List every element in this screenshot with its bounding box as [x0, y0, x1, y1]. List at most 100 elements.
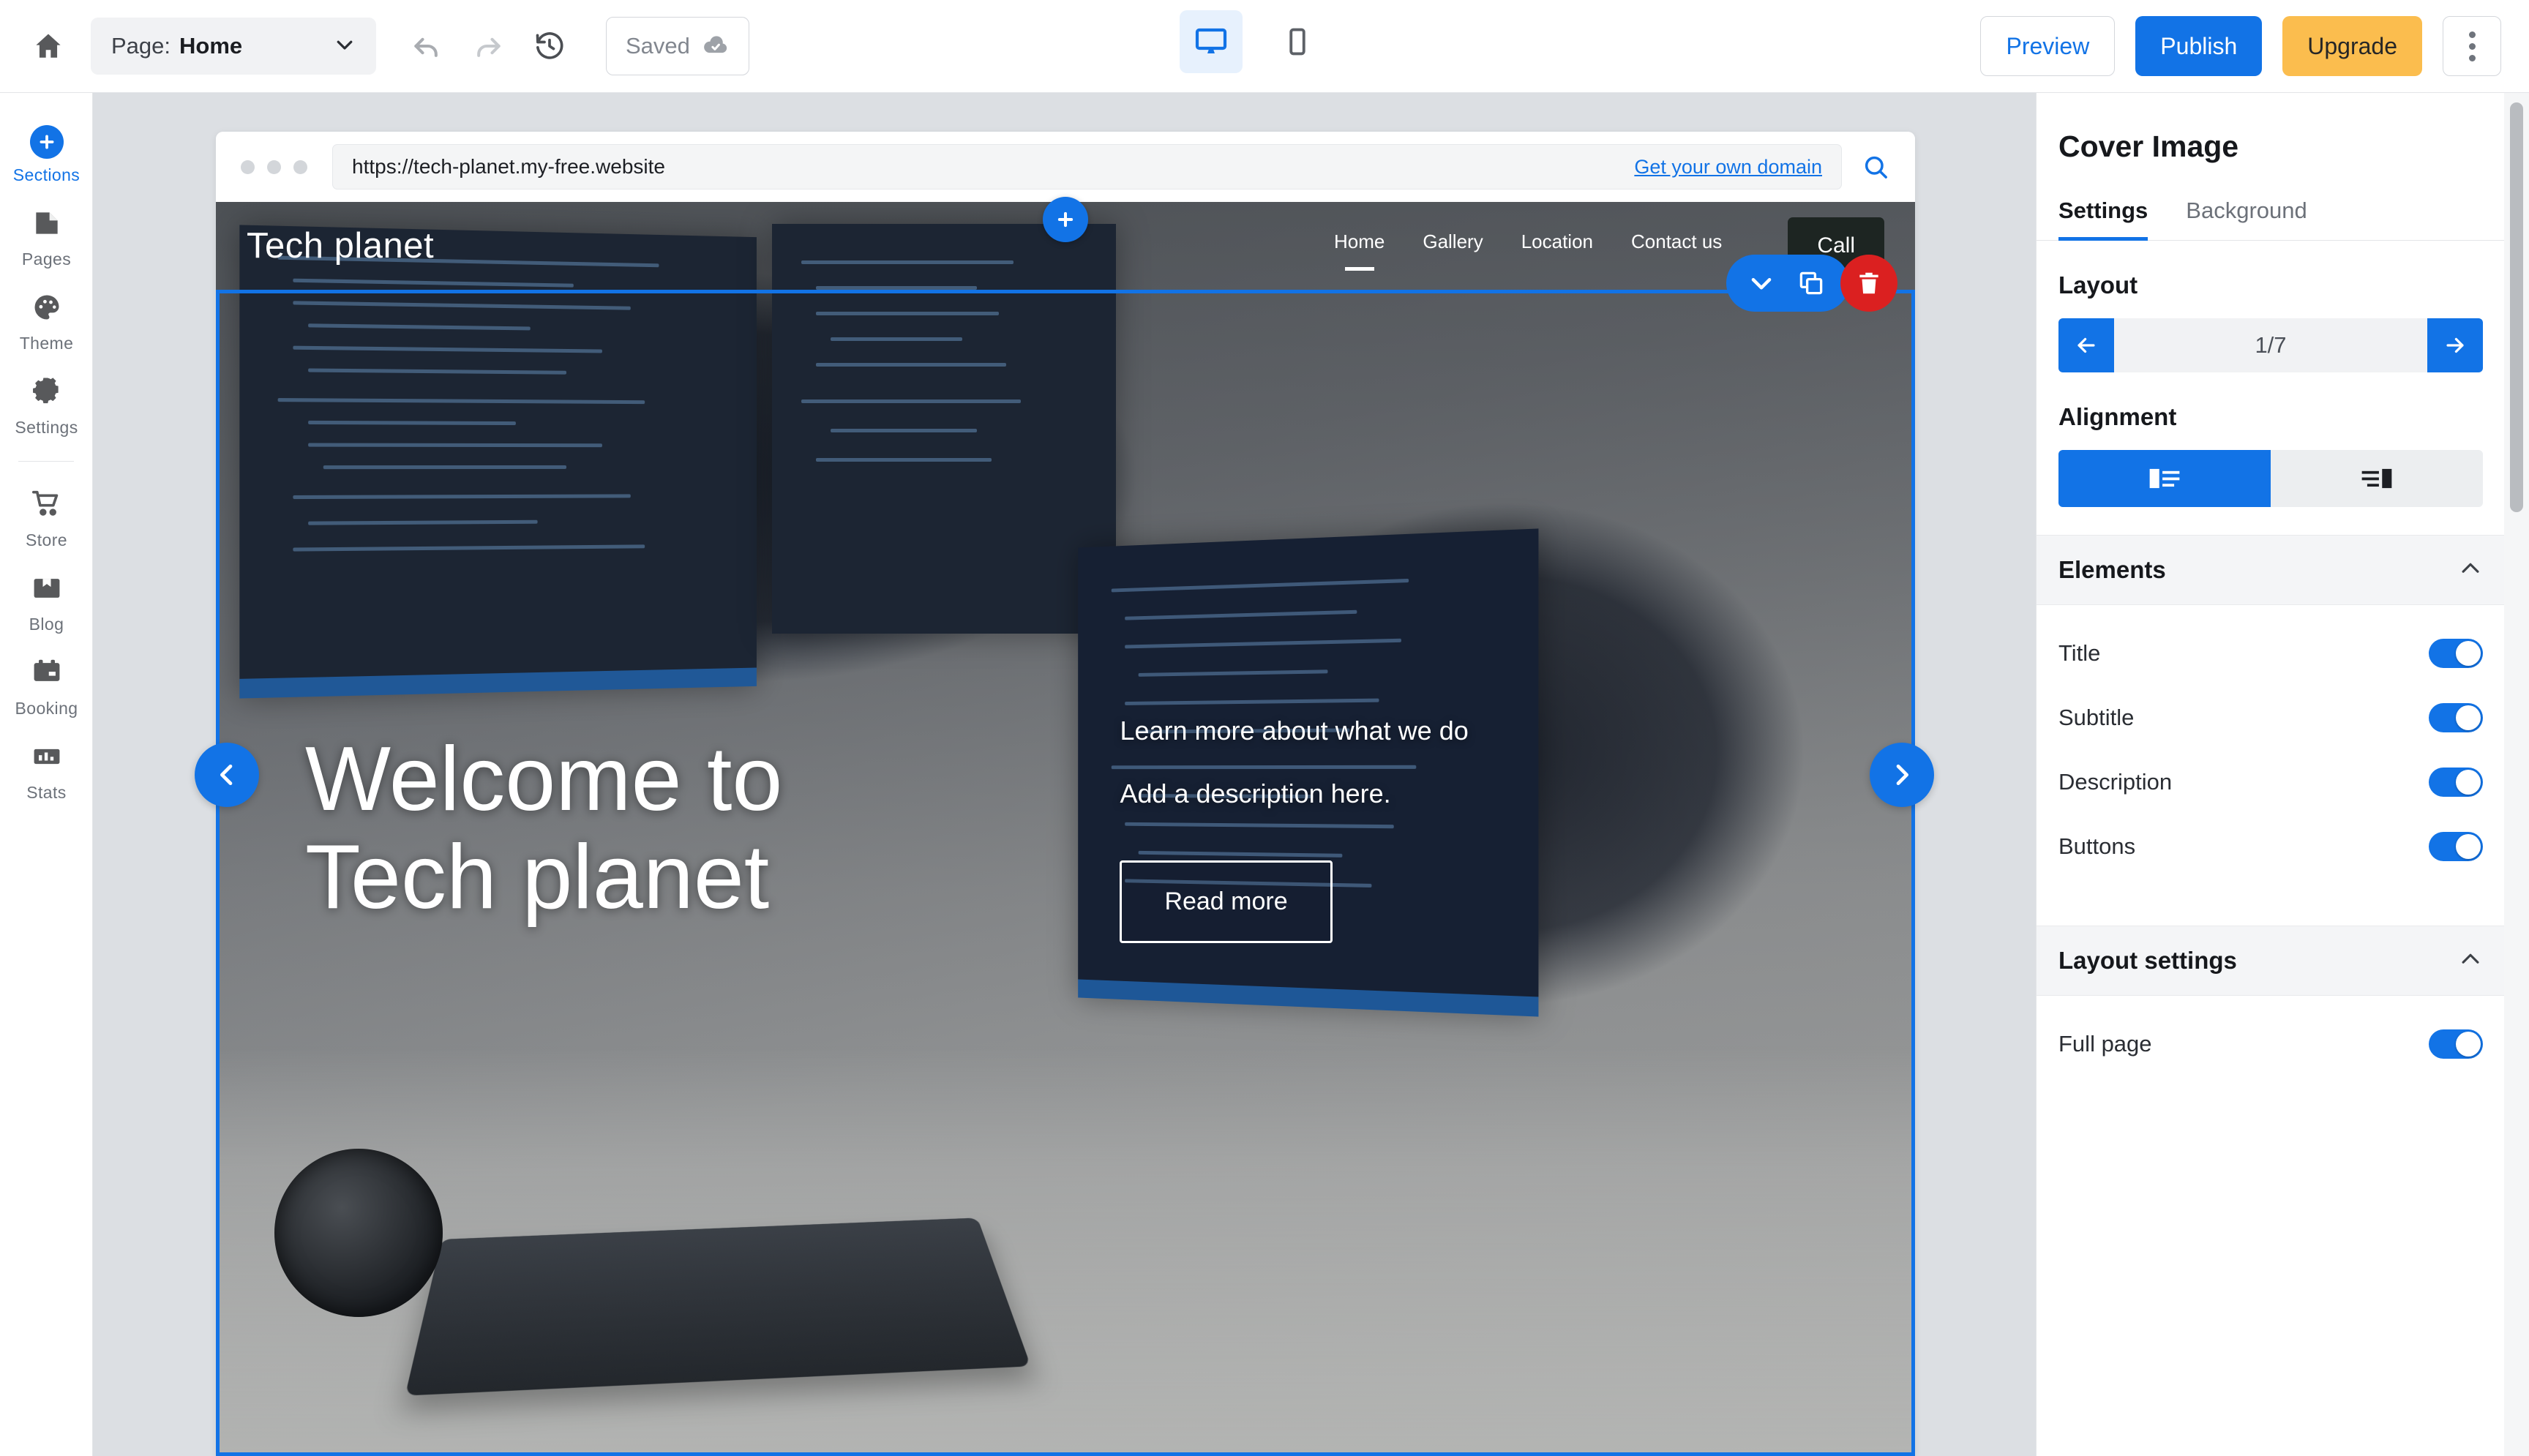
hero-title-line-2: Tech planet — [305, 827, 770, 928]
chevron-left-icon[interactable] — [195, 742, 259, 807]
chevron-up-icon — [2458, 556, 2483, 585]
page-selector-label: Page: — [111, 33, 171, 59]
buttons-toggle[interactable] — [2429, 832, 2483, 861]
palette-icon — [31, 291, 63, 327]
editor-canvas[interactable]: https://tech-planet.my-free.website Get … — [93, 93, 2036, 1456]
arrow-left-icon[interactable] — [2058, 318, 2114, 372]
hero-content: Welcome to Tech planet Learn more about … — [216, 202, 1915, 1456]
elements-accordion-header[interactable]: Elements — [2037, 535, 2505, 605]
redo-button[interactable] — [464, 22, 512, 70]
element-row-title: Title — [2037, 621, 2505, 686]
page-selector-value: Home — [179, 33, 243, 59]
history-clock-icon[interactable] — [525, 22, 574, 70]
panel-scrollbar-thumb[interactable] — [2510, 102, 2523, 512]
duplicate-copy-icon[interactable] — [1789, 261, 1833, 305]
blog-image-icon — [31, 572, 63, 608]
section-toolbar — [1726, 255, 1897, 312]
hero-text-block: Learn more about what we do Add a descri… — [1099, 716, 1847, 943]
sidebar-item-pages[interactable]: Pages — [0, 195, 93, 279]
sidebar-item-booking[interactable]: Booking — [0, 645, 93, 729]
read-more-button[interactable]: Read more — [1120, 860, 1333, 943]
chevron-up-icon — [2458, 947, 2483, 975]
site-preview-frame: https://tech-planet.my-free.website Get … — [216, 132, 1915, 1456]
plus-circle-icon — [29, 125, 64, 159]
get-domain-link[interactable]: Get your own domain — [1634, 156, 1822, 179]
undo-button[interactable] — [402, 22, 451, 70]
elements-toggle-list: Title Subtitle Description Buttons — [2037, 605, 2505, 898]
layout-settings-toggle-list: Full page — [2037, 996, 2505, 1095]
desktop-icon[interactable] — [1180, 10, 1243, 73]
hero-title-block: Welcome to Tech planet — [216, 729, 1099, 928]
description-toggle[interactable] — [2429, 768, 2483, 797]
sidebar-item-settings[interactable]: Settings — [0, 364, 93, 448]
hero-title[interactable]: Welcome to Tech planet — [305, 729, 1099, 928]
sidebar-item-blog[interactable]: Blog — [0, 560, 93, 645]
bar-chart-icon — [31, 740, 63, 776]
sidebar-item-label: Pages — [21, 249, 72, 269]
layout-stepper: 1/7 — [2058, 318, 2483, 372]
shopping-cart-icon — [30, 487, 64, 524]
element-label: Buttons — [2058, 833, 2136, 859]
sidebar-item-label: Sections — [12, 165, 80, 184]
saved-status[interactable]: Saved — [606, 17, 749, 75]
add-section-button[interactable] — [1043, 197, 1088, 242]
alignment-toggle-group — [2058, 450, 2483, 507]
hero-title-line-1: Welcome to — [305, 729, 783, 830]
panel-title: Cover Image — [2058, 130, 2239, 163]
element-label: Subtitle — [2058, 705, 2135, 730]
page-selector[interactable]: Page: Home — [91, 18, 376, 75]
cover-image-section[interactable]: Tech planet Home Gallery Location Contac… — [216, 202, 1915, 1456]
element-label: Description — [2058, 769, 2173, 795]
panel-tabs: Settings Background — [2037, 198, 2505, 241]
home-icon[interactable] — [28, 26, 69, 67]
subtitle-toggle[interactable] — [2429, 703, 2483, 732]
full-page-toggle[interactable] — [2429, 1029, 2483, 1059]
sidebar-item-label: Store — [26, 530, 67, 549]
sidebar-item-theme[interactable]: Theme — [0, 279, 93, 364]
chevron-right-icon[interactable] — [1870, 742, 1934, 807]
page-icon — [31, 207, 63, 243]
element-row-buttons: Buttons — [2037, 814, 2505, 879]
saved-check-cloud-icon — [702, 31, 730, 62]
left-sidebar: Sections Pages Theme Settings Store Blog… — [0, 93, 93, 1456]
align-image-right-icon[interactable] — [2271, 450, 2483, 507]
sidebar-item-stats[interactable]: Stats — [0, 729, 93, 813]
sidebar-divider — [18, 461, 74, 462]
mobile-icon[interactable] — [1266, 10, 1329, 73]
arrow-right-icon[interactable] — [2427, 318, 2483, 372]
sidebar-item-label: Settings — [15, 418, 78, 437]
element-row-description: Description — [2037, 750, 2505, 814]
trash-icon[interactable] — [1840, 255, 1897, 312]
layout-settings-accordion-header[interactable]: Layout settings — [2037, 926, 2505, 996]
hero-subtitle[interactable]: Learn more about what we do — [1120, 716, 1847, 746]
gear-icon — [31, 375, 63, 411]
url-text: https://tech-planet.my-free.website — [352, 155, 665, 178]
sidebar-item-label: Booking — [15, 699, 78, 718]
hero-description[interactable]: Add a description here. — [1120, 778, 1847, 809]
align-image-left-icon[interactable] — [2058, 450, 2271, 507]
more-vertical-icon[interactable] — [2443, 16, 2501, 76]
preview-button[interactable]: Preview — [1980, 16, 2116, 76]
window-dots — [241, 160, 307, 174]
layout-value: 1/7 — [2255, 332, 2287, 358]
tab-background[interactable]: Background — [2186, 198, 2307, 240]
upgrade-button[interactable]: Upgrade — [2282, 16, 2422, 76]
sidebar-item-sections[interactable]: Sections — [0, 113, 93, 195]
chevron-down-icon — [334, 34, 356, 59]
search-icon[interactable] — [1861, 152, 1890, 181]
sidebar-item-label: Theme — [19, 334, 74, 353]
publish-button[interactable]: Publish — [2135, 16, 2263, 76]
chevron-down-icon[interactable] — [1739, 261, 1783, 305]
device-preview-toggle — [1180, 10, 1329, 73]
sidebar-item-label: Blog — [29, 615, 64, 634]
alignment-label: Alignment — [2058, 403, 2177, 430]
top-toolbar: Page: Home Saved Preview Publish Upgrade — [0, 0, 2529, 93]
layout-setting-label: Full page — [2058, 1031, 2152, 1057]
title-toggle[interactable] — [2429, 639, 2483, 668]
element-label: Title — [2058, 640, 2101, 666]
saved-label: Saved — [626, 33, 690, 59]
sidebar-item-store[interactable]: Store — [0, 475, 93, 560]
url-bar[interactable]: https://tech-planet.my-free.website Get … — [332, 144, 1842, 189]
tab-settings[interactable]: Settings — [2058, 198, 2148, 241]
calendar-icon — [31, 656, 63, 692]
